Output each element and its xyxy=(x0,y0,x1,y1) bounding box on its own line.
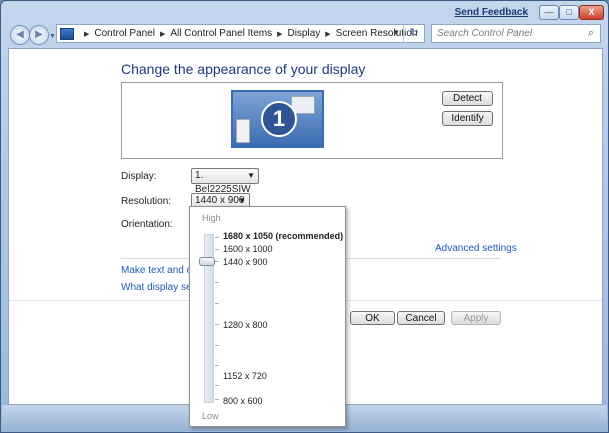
resolution-option[interactable]: 1280 x 800 xyxy=(223,320,268,330)
display-select-value: 1. Bel2225SIW xyxy=(195,170,251,195)
slider-tick xyxy=(215,345,219,346)
identify-button[interactable]: Identify xyxy=(442,111,493,126)
resolution-dropdown: High 1680 x 1050 (recommended) 1600 x 10… xyxy=(189,206,346,427)
forward-button[interactable]: ▶ xyxy=(29,25,49,45)
search-input[interactable]: Search Control Panel xyxy=(437,28,532,39)
breadcrumb-separator-icon[interactable]: ▶ xyxy=(277,30,282,38)
page-title: Change the appearance of your display xyxy=(121,61,366,77)
refresh-icon[interactable]: ↻ xyxy=(403,25,424,42)
slider-tick xyxy=(215,399,219,400)
ok-button[interactable]: OK xyxy=(350,311,395,325)
breadcrumb: ▶ Control Panel ▶ All Control Panel Items ▶ D… xyxy=(79,28,417,39)
resolution-label: Resolution: xyxy=(121,196,172,207)
detect-button[interactable]: Detect xyxy=(442,91,493,106)
advanced-settings-link[interactable]: Advanced settings xyxy=(435,243,517,254)
breadcrumb-control-panel[interactable]: Control Panel xyxy=(94,28,155,39)
send-feedback-link[interactable]: Send Feedback xyxy=(455,7,528,18)
orientation-label: Orientation: xyxy=(121,219,173,230)
slider-low-label: Low xyxy=(202,411,219,421)
slider-tick xyxy=(215,385,219,386)
close-button[interactable]: X xyxy=(579,5,604,20)
breadcrumb-separator-icon[interactable]: ▶ xyxy=(160,30,165,38)
search-icon[interactable]: ⌕ xyxy=(588,27,594,40)
address-bar[interactable]: ▶ Control Panel ▶ All Control Panel Items ▶ D… xyxy=(56,24,425,43)
maximize-button[interactable]: □ xyxy=(559,5,579,20)
document-thumbnail-icon xyxy=(236,119,250,143)
resolution-option[interactable]: 1440 x 900 xyxy=(223,257,268,267)
slider-tick xyxy=(215,365,219,366)
resolution-option[interactable]: 800 x 600 xyxy=(223,396,263,406)
resolution-option[interactable]: 1680 x 1050 (recommended) xyxy=(223,231,343,241)
resolution-option[interactable]: 1152 x 720 xyxy=(223,371,267,381)
display-select[interactable]: 1. Bel2225SIW ▼ xyxy=(191,168,259,195)
breadcrumb-all-items[interactable]: All Control Panel Items xyxy=(170,28,272,39)
apply-button[interactable]: Apply xyxy=(451,311,501,325)
chevron-down-icon: ▼ xyxy=(247,171,255,180)
slider-tick xyxy=(215,249,219,250)
address-dropdown-icon[interactable]: ▼ xyxy=(392,28,400,37)
slider-tick xyxy=(215,324,219,325)
monitor-icon[interactable]: 1 xyxy=(231,90,324,148)
resolution-select-value: 1440 x 900 xyxy=(195,195,245,206)
back-button[interactable]: ◀ xyxy=(10,25,30,45)
cancel-button[interactable]: Cancel xyxy=(397,311,445,325)
monitor-number-badge: 1 xyxy=(261,101,297,137)
search-box[interactable]: Search Control Panel ⌕ xyxy=(431,24,601,43)
slider-tick xyxy=(215,303,219,304)
slider-high-label: High xyxy=(202,213,221,223)
resolution-option[interactable]: 1600 x 1000 xyxy=(223,244,273,254)
slider-tick xyxy=(215,261,219,262)
resolution-slider-thumb[interactable] xyxy=(199,257,215,266)
title-bar: Send Feedback — □ X xyxy=(1,1,608,21)
breadcrumb-separator-icon[interactable]: ▶ xyxy=(325,30,330,38)
minimize-button[interactable]: — xyxy=(539,5,559,20)
control-panel-icon xyxy=(60,28,74,40)
breadcrumb-display[interactable]: Display xyxy=(287,28,320,39)
recent-pages-dropdown-icon[interactable]: ▼ xyxy=(49,33,56,40)
slider-tick xyxy=(215,282,219,283)
display-label: Display: xyxy=(121,171,157,182)
slider-tick xyxy=(215,237,219,238)
navigation-bar: ◀ ▶ ▼ ▶ Control Panel ▶ All Control Panel I… xyxy=(1,21,608,47)
breadcrumb-separator-icon[interactable]: ▶ xyxy=(84,30,89,38)
